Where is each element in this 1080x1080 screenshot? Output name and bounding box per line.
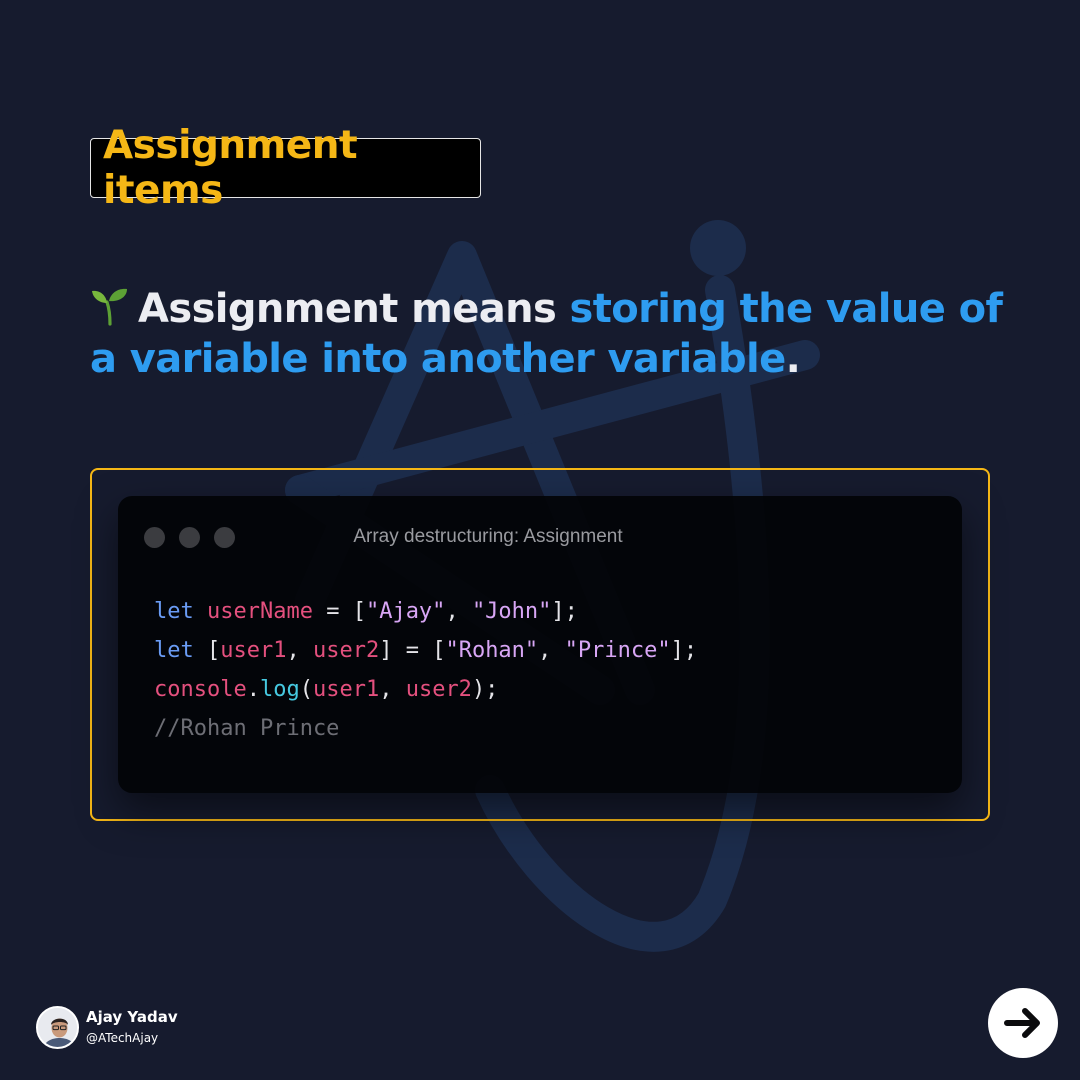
code-token: ,	[445, 599, 472, 624]
code-token: let	[154, 638, 194, 663]
code-token: "Ajay"	[365, 599, 446, 624]
code-token: let	[154, 599, 194, 624]
avatar	[36, 1006, 79, 1049]
code-token: ,	[379, 677, 406, 702]
code-token: "John"	[471, 599, 552, 624]
code-token: userName	[207, 599, 313, 624]
code-token: "Rohan"	[445, 638, 539, 663]
code-token: user2	[312, 638, 380, 663]
code-token: );	[471, 677, 499, 702]
code-token: console	[154, 677, 247, 702]
code-line: console.log(user1, user2);	[154, 670, 697, 709]
code-window: Array destructuring: Assignment let user…	[118, 496, 962, 793]
code-token: log	[259, 677, 300, 702]
code-token: ];	[551, 599, 578, 624]
code-token: //Rohan Prince	[154, 716, 340, 741]
headline-text: Assignment means	[138, 286, 570, 332]
code-line: let userName = ["Ajay", "John"];	[154, 592, 697, 631]
window-title: Array destructuring: Assignment	[353, 526, 623, 547]
author-handle: @ATechAjay	[86, 1031, 159, 1045]
code-token: ] = [	[379, 638, 446, 663]
code-token: user1	[312, 677, 380, 702]
code-line: let [user1, user2] = ["Rohan", "Prince"]…	[154, 631, 697, 670]
next-button[interactable]	[988, 988, 1058, 1058]
title-badge: Assignment items	[90, 123, 481, 213]
code-token: = [	[312, 599, 366, 624]
code-token: "Prince"	[564, 638, 671, 663]
headline-period: .	[785, 336, 801, 382]
code-token: ,	[286, 638, 313, 663]
code-token: [	[193, 638, 221, 663]
author-footer: Ajay Yadav @ATechAjay	[36, 1006, 178, 1049]
page-title: Assignment items	[103, 123, 358, 213]
code-block: let userName = ["Ajay", "John"]; let [use…	[154, 592, 697, 748]
headline: Assignment means storing the value of a …	[90, 284, 1010, 384]
code-token: .	[246, 677, 260, 702]
code-token: (	[299, 677, 313, 702]
code-token: ];	[670, 638, 698, 663]
code-token: ,	[538, 638, 565, 663]
code-token: user1	[220, 638, 287, 663]
arrow-right-icon	[1004, 1008, 1040, 1038]
code-token: user2	[405, 677, 472, 702]
code-line: //Rohan Prince	[154, 709, 697, 748]
seedling-icon	[92, 288, 127, 326]
author-name: Ajay Yadav	[86, 1008, 178, 1026]
